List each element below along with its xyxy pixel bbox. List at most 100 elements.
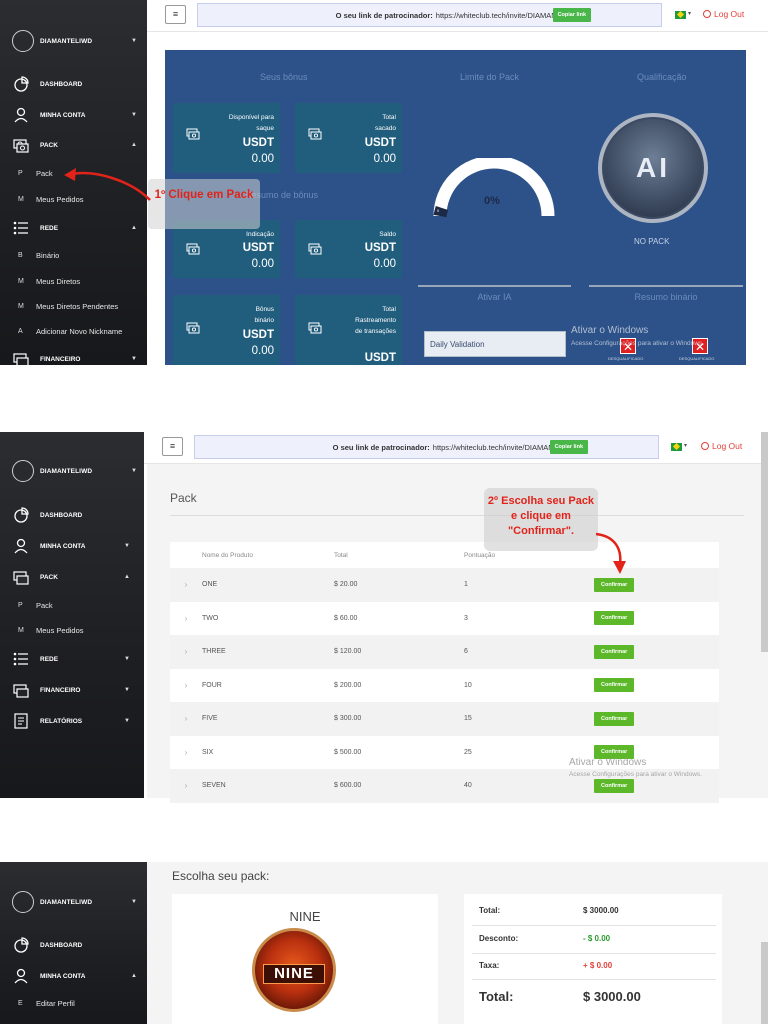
product-name: THREE: [202, 648, 226, 656]
copy-link-button[interactable]: Copiar link: [549, 440, 588, 454]
table-row: › ONE $ 20.00 1 Confirmar: [170, 568, 719, 602]
chevron-down-icon: ▼: [131, 38, 137, 44]
chevron-right-icon[interactable]: ›: [170, 647, 202, 656]
kpi-value: 0.00: [373, 153, 396, 165]
subitem-letter: B: [18, 251, 23, 259]
chevron-down-icon: ▼: [131, 356, 137, 362]
list-icon: [12, 650, 30, 668]
chevron-right-icon[interactable]: ›: [170, 748, 202, 757]
sidebar-item-dashboard[interactable]: DASHBOARD: [12, 935, 137, 955]
logout-button[interactable]: Log Out: [701, 441, 742, 451]
gauge-max: 200: [545, 208, 552, 213]
sidebar-item-minha-conta[interactable]: MINHA CONTA ▼: [12, 105, 137, 125]
report-icon: [12, 712, 30, 730]
referral-link-box: O seu link de patrocinador: https://whit…: [194, 435, 659, 459]
copy-link-button[interactable]: Copiar link: [552, 8, 591, 22]
subitem-label: Editar Perfil: [36, 998, 75, 1008]
chevron-down-icon[interactable]: ▾: [684, 442, 687, 449]
confirm-button[interactable]: Confirmar: [594, 577, 635, 592]
sidebar-item-financeiro[interactable]: FINANCEIRO ▼: [12, 680, 130, 700]
subitem-letter: P: [18, 169, 23, 177]
sidebar-item-rede[interactable]: REDE ▼: [12, 649, 130, 669]
sidebar-subitem-meus-pedidos[interactable]: M Meus Pedidos: [18, 622, 143, 638]
brazil-flag-icon[interactable]: [671, 443, 682, 451]
summary-row-total: Total: $ 3000.00: [479, 906, 709, 915]
product-name: SIX: [202, 748, 214, 756]
kpi-currency: USDT: [364, 352, 396, 364]
kpi-card: Total sacado USDT 0.00: [295, 103, 402, 173]
product-name: FOUR: [202, 681, 222, 689]
chevron-down-icon: ▼: [124, 687, 130, 693]
pie-chart-icon: [12, 75, 30, 93]
sidebar-item-dashboard[interactable]: DASHBOARD: [12, 74, 137, 94]
arrow-icon: [595, 532, 626, 574]
menu-toggle-button[interactable]: ≡: [162, 437, 183, 456]
sidebar-subitem-binario[interactable]: B Binário: [18, 247, 143, 263]
sidebar-item-dashboard[interactable]: DASHBOARD: [12, 505, 137, 525]
scrollbar[interactable]: [761, 432, 768, 652]
sidebar-item-minha-conta[interactable]: MINHA CONTA ▼: [12, 536, 130, 556]
kpi-card: Bônus binário USDT 0.00: [173, 295, 280, 365]
ai-badge-text: AI: [636, 152, 670, 183]
daily-validation-box[interactable]: Daily Validation: [424, 331, 566, 357]
product-name: FIVE: [202, 715, 218, 723]
menu-toggle-button[interactable]: ≡: [165, 5, 186, 24]
summary-value: + $ 0.00: [583, 961, 613, 970]
user-menu[interactable]: DIAMANTELIWD ▼: [12, 460, 137, 482]
kpi-value: 0.00: [251, 258, 274, 270]
sidebar-item-pack[interactable]: PACK ▲: [12, 135, 137, 155]
divider: [472, 953, 716, 954]
summary-row-taxa: Taxa: + $ 0.00: [479, 961, 709, 970]
sidebar-item-rede[interactable]: REDE ▲: [12, 218, 137, 238]
sidebar-item-label: REDE: [40, 655, 59, 663]
chevron-right-icon[interactable]: ›: [170, 681, 202, 690]
kpi-label: Indicação: [246, 231, 274, 238]
sidebar-item-label: PACK: [40, 573, 58, 581]
kpi-label: Disponível para saque: [228, 114, 274, 132]
sidebar-item-relatorios[interactable]: RELATÓRIOS ▼: [12, 711, 130, 731]
chevron-right-icon[interactable]: ›: [170, 580, 202, 589]
sidebar-item-pack[interactable]: PACK ▲: [12, 567, 130, 587]
top-bar: ≡ O seu link de patrocinador: https://wh…: [147, 0, 768, 32]
chevron-right-icon[interactable]: ›: [170, 781, 202, 790]
sidebar-subitem-diretos-pendentes[interactable]: M Meus Diretos Pendentes: [18, 298, 143, 314]
chevron-up-icon: ▲: [131, 225, 137, 231]
instruction-callout: 2º Escolha seu Pack e clique em "Confirm…: [484, 488, 598, 551]
chevron-down-icon: ▼: [131, 468, 137, 474]
user-menu[interactable]: DIAMANTELIWD ▼: [12, 891, 137, 913]
sidebar-item-financeiro[interactable]: FINANCEIRO ▼: [12, 349, 137, 365]
confirm-button[interactable]: Confirmar: [594, 678, 635, 693]
user-menu[interactable]: DIAMANTELIWD ▼: [12, 30, 137, 52]
brazil-flag-icon[interactable]: [675, 11, 686, 19]
sidebar-subitem-adicionar-nickname[interactable]: A Adicionar Novo Nickname: [18, 323, 143, 339]
sidebar-subitem-editar-perfil[interactable]: E Editar Perfil: [18, 995, 143, 1011]
confirm-button[interactable]: Confirmar: [594, 711, 635, 726]
kpi-value: 0.00: [251, 345, 274, 357]
confirm-button[interactable]: Confirmar: [594, 778, 635, 793]
confirm-button[interactable]: Confirmar: [594, 611, 635, 626]
power-icon: [701, 442, 709, 450]
logout-button[interactable]: Log Out: [703, 9, 744, 19]
windows-watermark-title: Ativar o Windows: [571, 325, 649, 336]
chevron-right-icon[interactable]: ›: [170, 614, 202, 623]
product-points: 3: [464, 614, 468, 622]
product-total: $ 120.00: [334, 648, 362, 656]
summary-row-desconto: Desconto: - $ 0.00: [479, 934, 709, 943]
referral-label: O seu link de patrocinador:: [332, 442, 430, 452]
sidebar-subitem-pack[interactable]: P Pack: [18, 597, 143, 613]
desqualificado-label: DESQUALIFICADO: [608, 356, 644, 361]
money-icon: [308, 127, 322, 141]
scrollbar[interactable]: [761, 942, 768, 1024]
chevron-right-icon[interactable]: ›: [170, 714, 202, 723]
avatar: [12, 460, 34, 482]
chevron-down-icon[interactable]: ▾: [688, 10, 691, 17]
kpi-value: 0.00: [373, 258, 396, 270]
sidebar-item-label: MINHA CONTA: [40, 111, 86, 119]
confirm-button[interactable]: Confirmar: [594, 644, 635, 659]
chevron-down-icon: ▼: [124, 656, 130, 662]
sidebar-subitem-meus-diretos[interactable]: M Meus Diretos: [18, 273, 143, 289]
chevron-down-icon: ▼: [124, 543, 130, 549]
sidebar-item-minha-conta[interactable]: MINHA CONTA ▲: [12, 966, 137, 986]
product-total: $ 500.00: [334, 748, 362, 756]
panel-resumo-binario: Resumo binário: [589, 285, 743, 302]
